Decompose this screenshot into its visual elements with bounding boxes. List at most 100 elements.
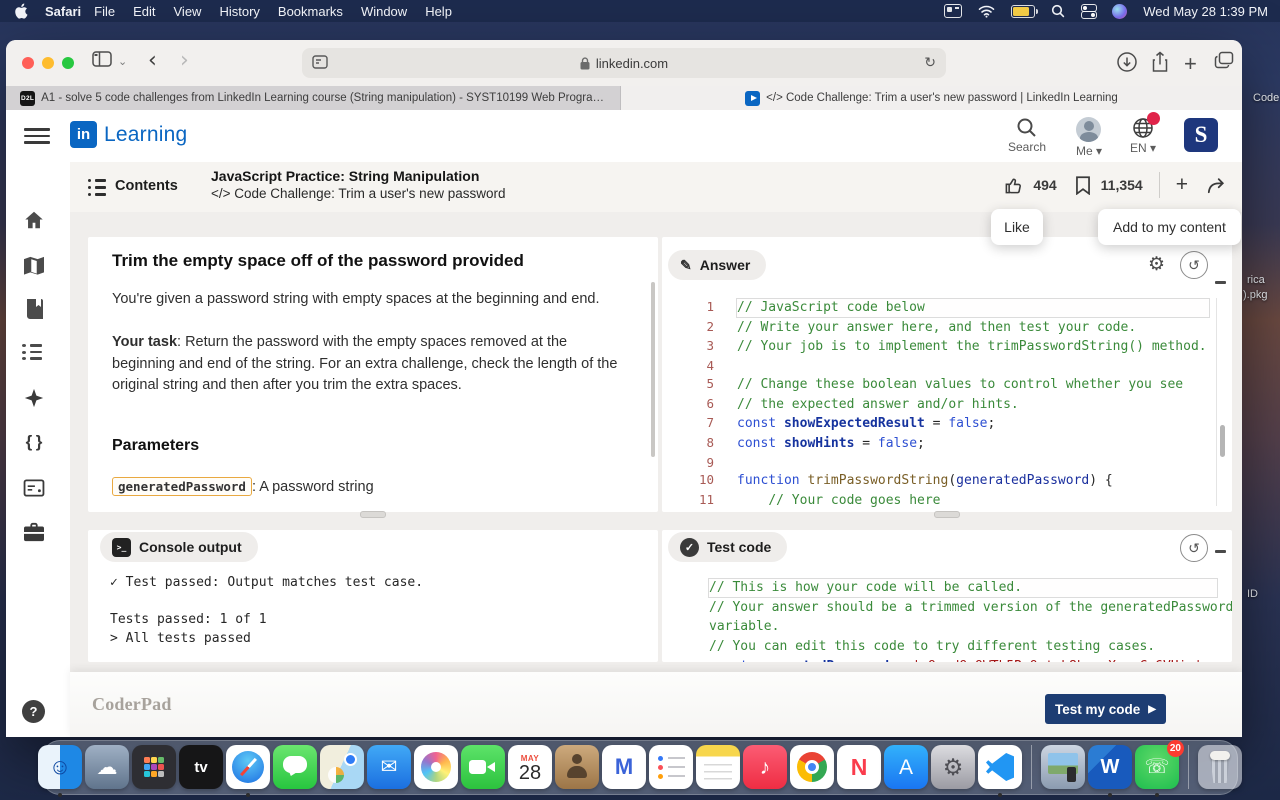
console-output-tab[interactable]: >_ Console output [100,532,258,562]
menu-clock[interactable]: Wed May 28 1:39 PM [1143,4,1268,19]
code-line[interactable]: 1// JavaScript code below [662,298,1218,318]
code-line[interactable]: 10function trimPasswordString(generatedP… [662,471,1218,491]
resize-handle[interactable] [934,511,960,518]
close-window-button[interactable] [22,57,34,69]
spotlight-icon[interactable] [1051,4,1065,18]
code-line[interactable]: // This is how your code will be called. [708,578,1226,598]
me-menu[interactable]: Me ▾ [1076,117,1102,158]
menu-item-help[interactable]: Help [425,4,452,19]
dock-icon-news[interactable]: N [837,745,881,789]
code-line[interactable]: 5// Change these boolean values to contr… [662,375,1218,395]
menu-item-window[interactable]: Window [361,4,407,19]
dock-icon-calendar[interactable]: MAY28 [508,745,552,789]
dock-icon-downloads[interactable] [1041,745,1085,789]
dock-icon-finder[interactable]: ☺ [38,745,82,789]
reset-code-icon[interactable]: ↺ [1180,251,1208,279]
editor-scrollbar[interactable] [1216,298,1226,506]
back-button[interactable]: ‹ [148,51,157,71]
linkedin-learning-logo[interactable]: in Learning [70,121,187,148]
menu-item-file[interactable]: File [94,4,115,19]
contents-icon[interactable] [88,178,106,196]
dock-icon-settings[interactable]: ⚙ [931,745,975,789]
answer-tab[interactable]: ✎ Answer [668,250,766,280]
code-line[interactable]: 2// Write your answer here, and then tes… [662,318,1218,338]
menu-item-bookmarks[interactable]: Bookmarks [278,4,343,19]
code-line[interactable]: variable. [708,617,1226,637]
code-line[interactable]: 9 [662,454,1218,472]
dock-icon-trash[interactable] [1198,745,1242,789]
like-icon[interactable] [1004,176,1023,195]
dock-icon-appstore[interactable]: A [884,745,928,789]
dock-icon-photos[interactable] [414,745,458,789]
control-center-icon[interactable] [1081,4,1096,19]
language-menu[interactable]: EN ▾ [1130,117,1156,155]
forward-button[interactable]: › [180,51,189,71]
zoom-window-button[interactable] [62,57,74,69]
hamburger-menu-icon[interactable] [24,128,50,144]
settings-gear-icon[interactable]: ⚙ [1148,253,1165,276]
sparkle-icon[interactable] [22,386,46,410]
sidebar-chevron-icon[interactable]: ⌄ [118,55,127,68]
sidebar-toggle-icon[interactable] [92,51,112,67]
scrollbar-thumb[interactable] [1220,425,1225,457]
new-tab-icon[interactable]: + [1184,51,1197,77]
contents-label[interactable]: Contents [115,178,178,194]
search-button[interactable]: Search [1008,117,1046,154]
sheridan-logo[interactable]: S [1184,118,1218,152]
certificate-icon[interactable] [22,476,46,500]
code-line[interactable]: 3// Your job is to implement the trimPas… [662,337,1218,357]
collapse-panel-icon[interactable] [1215,550,1226,553]
map-icon[interactable] [22,254,46,278]
reset-test-code-icon[interactable]: ↺ [1180,534,1208,562]
code-line[interactable]: 6// the expected answer and/or hints. [662,395,1218,415]
reload-icon[interactable]: ↻ [924,54,936,71]
code-braces-icon[interactable]: { } [22,430,46,454]
apple-menu-icon[interactable] [14,3,29,19]
widgets-icon[interactable] [944,4,962,18]
code-line[interactable]: 11 // Your code goes here [662,491,1218,511]
dock-icon-weather[interactable]: ☁ [85,745,129,789]
library-icon[interactable] [22,297,46,321]
collapse-panel-icon[interactable] [1215,281,1226,284]
test-code-tab[interactable]: ✓ Test code [668,532,787,562]
address-bar[interactable]: linkedin.com ↻ [302,48,946,78]
dock-icon-reminders[interactable] [649,745,693,789]
siri-icon[interactable] [1112,4,1127,19]
code-line[interactable]: 7const showExpectedResult = false; [662,414,1218,434]
dock-icon-launchpad[interactable] [132,745,176,789]
dock-icon-contacts[interactable] [555,745,599,789]
code-line[interactable]: // You can edit this code to try differe… [708,637,1226,657]
page-settings-icon[interactable] [312,55,328,69]
dock-icon-messages[interactable] [273,745,317,789]
code-line[interactable]: // Your answer should be a trimmed versi… [708,598,1226,618]
tab-linkedin-learning[interactable]: </> Code Challenge: Trim a user's new pa… [621,86,1242,110]
briefcase-icon[interactable] [22,520,46,544]
test-code-editor[interactable]: // This is how your code will be called.… [708,578,1226,662]
code-line[interactable]: 8const showHints = false; [662,434,1218,454]
tab-overview-icon[interactable] [1214,51,1234,69]
menu-item-edit[interactable]: Edit [133,4,155,19]
dock-icon-miro[interactable]: M [602,745,646,789]
bookmark-icon[interactable] [1075,176,1091,195]
tab-d2l[interactable]: D2L A1 - solve 5 code challenges from Li… [6,86,621,110]
dock-icon-word[interactable]: W [1088,745,1132,789]
home-icon[interactable] [22,208,46,232]
dock-icon-notes[interactable] [696,745,740,789]
menu-item-history[interactable]: History [219,4,259,19]
test-my-code-button[interactable]: Test my code ▶ [1045,694,1166,724]
code-line[interactable]: 4 [662,357,1218,375]
dock-icon-safari[interactable] [226,745,270,789]
battery-icon[interactable] [1011,5,1035,18]
share-icon[interactable] [1150,51,1170,73]
list-icon[interactable] [22,344,42,360]
dock-icon-appletv[interactable]: tv [179,745,223,789]
dock-icon-whatsapp[interactable]: ☏20 [1135,745,1179,789]
minimize-window-button[interactable] [42,57,54,69]
menu-item-view[interactable]: View [174,4,202,19]
wifi-icon[interactable] [978,5,995,18]
code-line[interactable]: const generatedPassword = ' 9vud9z9WTb5R… [708,657,1226,662]
answer-code-editor[interactable]: 1// JavaScript code below2// Write your … [662,298,1218,512]
downloads-icon[interactable] [1116,51,1138,73]
menu-app-name[interactable]: Safari [45,4,81,19]
add-to-content-icon[interactable]: + [1176,173,1188,197]
